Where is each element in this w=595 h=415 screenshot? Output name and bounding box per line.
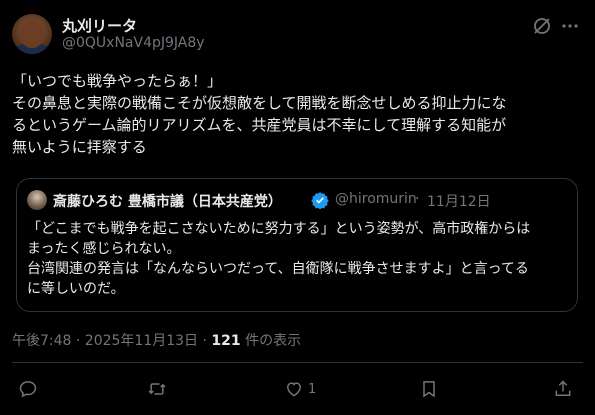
reply-button[interactable] (18, 376, 38, 402)
quoted-author-avatar (27, 190, 47, 210)
retweet-icon (148, 383, 166, 395)
quoted-date[interactable]: 11月12日 (427, 191, 491, 211)
tweet-timestamp[interactable]: 午後7:48 · 2025年11月13日 · (12, 333, 211, 349)
reply-icon (19, 381, 37, 398)
tweet-line: 無いように拝察する (12, 138, 147, 156)
heart-icon (286, 382, 302, 397)
avatar-face (21, 20, 43, 48)
grok-icon[interactable] (532, 16, 552, 36)
tweet-line: るというゲーム論的リアリズムを、共産党員は不幸にして理解する知能が (12, 116, 507, 134)
divider (12, 362, 583, 363)
share-icon (555, 380, 571, 396)
tweet-meta: 午後7:48 · 2025年11月13日 · 121 件の表示 (12, 330, 301, 350)
quoted-tweet[interactable]: 斎藤ひろむ 豊橋市議（日本共産党） @hiromurin · 11月12日 「ど… (16, 178, 578, 312)
more-icon[interactable] (560, 16, 580, 36)
bookmark-button[interactable] (419, 376, 439, 402)
share-button[interactable] (553, 376, 573, 402)
quoted-author-name: 斎藤ひろむ 豊橋市議（日本共産党） (53, 194, 282, 210)
tweet-line: 「いつでも戦争やったらぁ！」 (12, 72, 223, 90)
quoted-author-handle: @hiromurin (335, 191, 417, 207)
tweet-body: 「いつでも戦争やったらぁ！」 その鼻息と実際の戦備こそが仮想敵をして開戦を断念せ… (12, 70, 583, 158)
tweet-line: その鼻息と実際の戦備こそが仮想敵をして開戦を断念せしめる抑止力にな (12, 94, 507, 112)
quoted-line: 台湾関連の発言は「なんならいつだって、自衛隊に戦争させますよ」と言ってる (27, 261, 529, 277)
author-display-name[interactable]: 丸刈リータ (62, 15, 137, 36)
quoted-line: 「どこまでも戦争を起こさないために努力する」という姿勢が、高市政権からは (27, 221, 531, 237)
views-count: 121 (211, 333, 241, 349)
quoted-line: まったく感じられない。 (27, 241, 181, 257)
author-avatar[interactable] (12, 14, 52, 54)
quoted-line: に等しいのだ。 (27, 281, 125, 297)
action-bar: 1 (0, 376, 595, 404)
verified-badge-icon (311, 192, 329, 209)
tweet-header: 丸刈リータ @0QUxNaV4pJ9JA8y (12, 12, 583, 56)
views-label: 件の表示 (240, 333, 302, 349)
retweet-button[interactable] (147, 376, 167, 402)
author-handle[interactable]: @0QUxNaV4pJ9JA8y (62, 35, 205, 51)
like-count: 1 (308, 381, 317, 397)
quoted-body: 「どこまでも戦争を起こさないために努力する」という姿勢が、高市政権からは まった… (27, 219, 572, 299)
like-button[interactable]: 1 (284, 376, 316, 402)
bookmark-icon (423, 381, 435, 398)
quoted-separator: · (415, 191, 420, 207)
